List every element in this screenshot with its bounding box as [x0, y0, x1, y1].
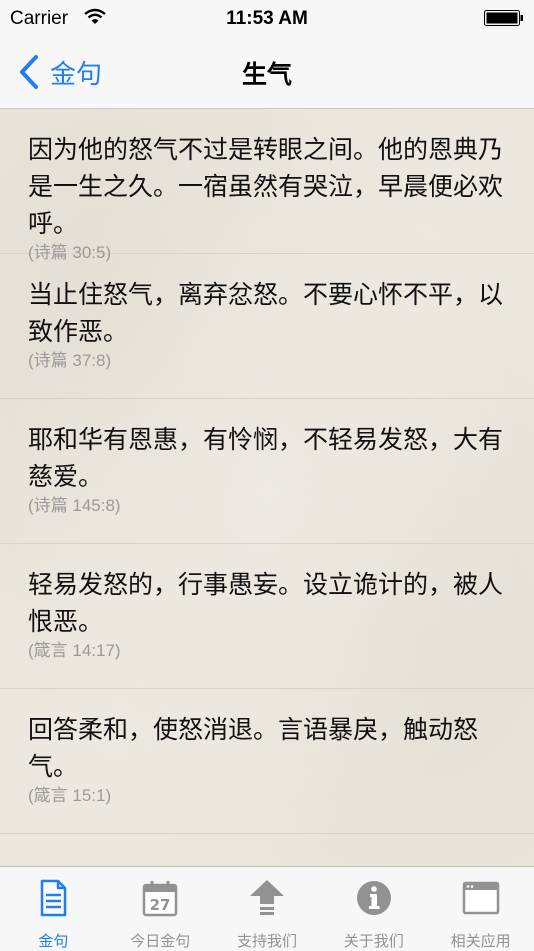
tab-about-us[interactable]: 关于我们 [320, 867, 427, 951]
verse-text: 耶和华有恩惠，有怜悯，不轻易发怒，大有慈爱。 [28, 425, 504, 491]
verse-text: 当止住怒气，离弃忿怒。不要心怀不平，以致作恶。 [28, 280, 504, 346]
verse-item[interactable]: 耶和华有恩惠，有怜悯，不轻易发怒，大有慈爱。 (诗篇 145:8) [0, 399, 534, 544]
info-icon [356, 881, 391, 915]
tab-related-apps[interactable]: 相关应用 [427, 867, 534, 951]
navigation-bar: 金句 生气 [0, 36, 534, 109]
verse-reference: (诗篇 37:8) [28, 351, 112, 370]
verse-reference: (箴言 15:1) [28, 786, 112, 805]
verse-item[interactable]: 因为他的怒气不过是转眼之间。他的恩典乃是一生之久。一宿虽然有哭泣，早晨便必欢呼。… [0, 109, 534, 262]
tab-support-us[interactable]: 支持我们 [214, 867, 321, 951]
tab-daily-verse[interactable]: 27 今日金句 [107, 867, 214, 951]
page-title: 生气 [241, 60, 292, 89]
verse-text: 轻易发怒的，行事愚妄。设立诡计的，被人恨恶。 [28, 570, 504, 636]
tab-label: 关于我们 [343, 932, 404, 950]
verse-reference: (诗篇 145:8) [28, 496, 121, 515]
upload-arrow-icon [249, 880, 284, 915]
battery-icon [484, 10, 523, 26]
tab-label: 今日金句 [130, 932, 191, 950]
verse-item[interactable]: 轻易发怒的，行事愚妄。设立诡计的，被人恨恶。 (箴言 14:17) [0, 544, 534, 689]
tab-golden-verses[interactable]: 金句 [0, 867, 107, 951]
status-bar: Carrier 11:53 AM [0, 0, 534, 36]
calendar-icon: 27 [142, 881, 178, 917]
document-icon [41, 879, 67, 917]
tab-bar: 金句 27 今日金句 支持我们 关于我们 相关应用 [0, 866, 534, 951]
verse-text: 回答柔和，使怒消退。言语暴戾，触动怒气。 [28, 715, 479, 781]
calendar-day-number: 27 [150, 896, 171, 914]
verse-item[interactable]: 回答柔和，使怒消退。言语暴戾，触动怒气。 (箴言 15:1) [0, 689, 534, 834]
tab-label: 相关应用 [450, 932, 511, 950]
verse-list[interactable]: 因为他的怒气不过是转眼之间。他的恩典乃是一生之久。一宿虽然有哭泣，早晨便必欢呼。… [0, 109, 534, 866]
tab-label: 支持我们 [236, 932, 297, 950]
verse-text: 因为他的怒气不过是转眼之间。他的恩典乃是一生之久。一宿虽然有哭泣，早晨便必欢呼。 [28, 135, 504, 238]
status-time: 11:53 AM [226, 8, 308, 29]
tab-label: 金句 [38, 932, 69, 950]
verse-reference: (箴言 14:17) [28, 641, 121, 660]
verse-item[interactable]: 当止住怒气，离弃忿怒。不要心怀不平，以致作恶。 (诗篇 37:8) [0, 254, 534, 399]
window-icon [462, 881, 499, 915]
